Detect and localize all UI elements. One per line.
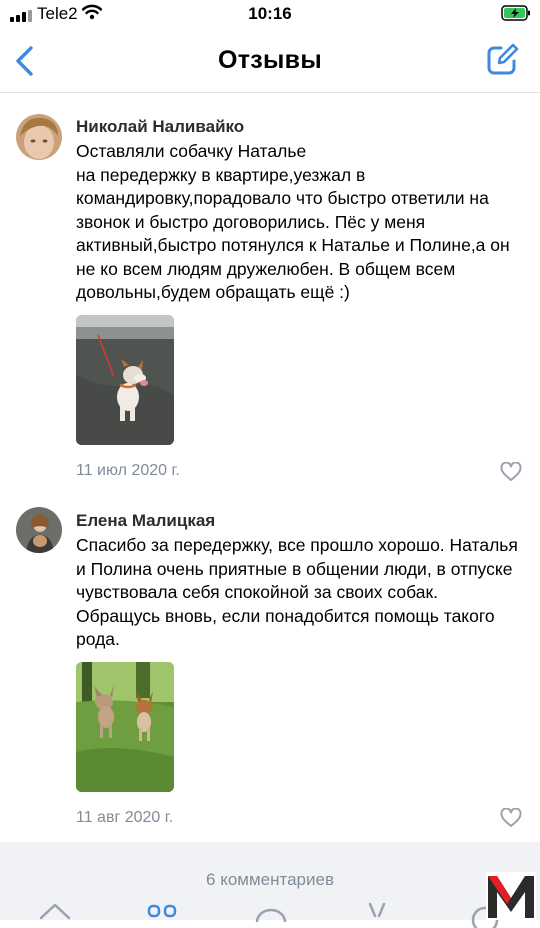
page-title: Отзывы	[218, 46, 322, 74]
review-text: Спасибо за передержку, все прошло хорошо…	[76, 535, 518, 649]
review-date: 11 июл 2020 г.	[76, 462, 180, 479]
review-author[interactable]: Елена Малицкая	[76, 511, 215, 531]
heart-icon[interactable]	[500, 462, 522, 482]
review-photo[interactable]	[76, 315, 174, 445]
avatar[interactable]	[16, 114, 62, 160]
review-photo[interactable]	[76, 662, 174, 792]
comments-count-link[interactable]: 6 комментариев	[0, 870, 540, 890]
channel-logo	[486, 872, 536, 920]
clock: 10:16	[248, 4, 292, 23]
home-icon[interactable]	[38, 898, 72, 920]
compose-icon[interactable]	[484, 42, 520, 78]
battery-charging-icon	[501, 5, 530, 21]
status-bar: Tele2 10:16	[0, 0, 540, 30]
messages-icon[interactable]	[254, 906, 288, 928]
navigation-bar: Отзывы	[0, 30, 540, 93]
services-icon[interactable]	[147, 904, 181, 926]
review-date: 11 авг 2020 г.	[76, 809, 174, 826]
clips-icon[interactable]	[362, 902, 396, 924]
heart-icon[interactable]	[500, 808, 522, 828]
review-author[interactable]: Николай Наливайко	[76, 117, 244, 137]
review-text: Оставляли собачку Наталье на передержку …	[76, 141, 510, 302]
avatar[interactable]	[16, 507, 62, 553]
tab-bar	[0, 898, 540, 928]
